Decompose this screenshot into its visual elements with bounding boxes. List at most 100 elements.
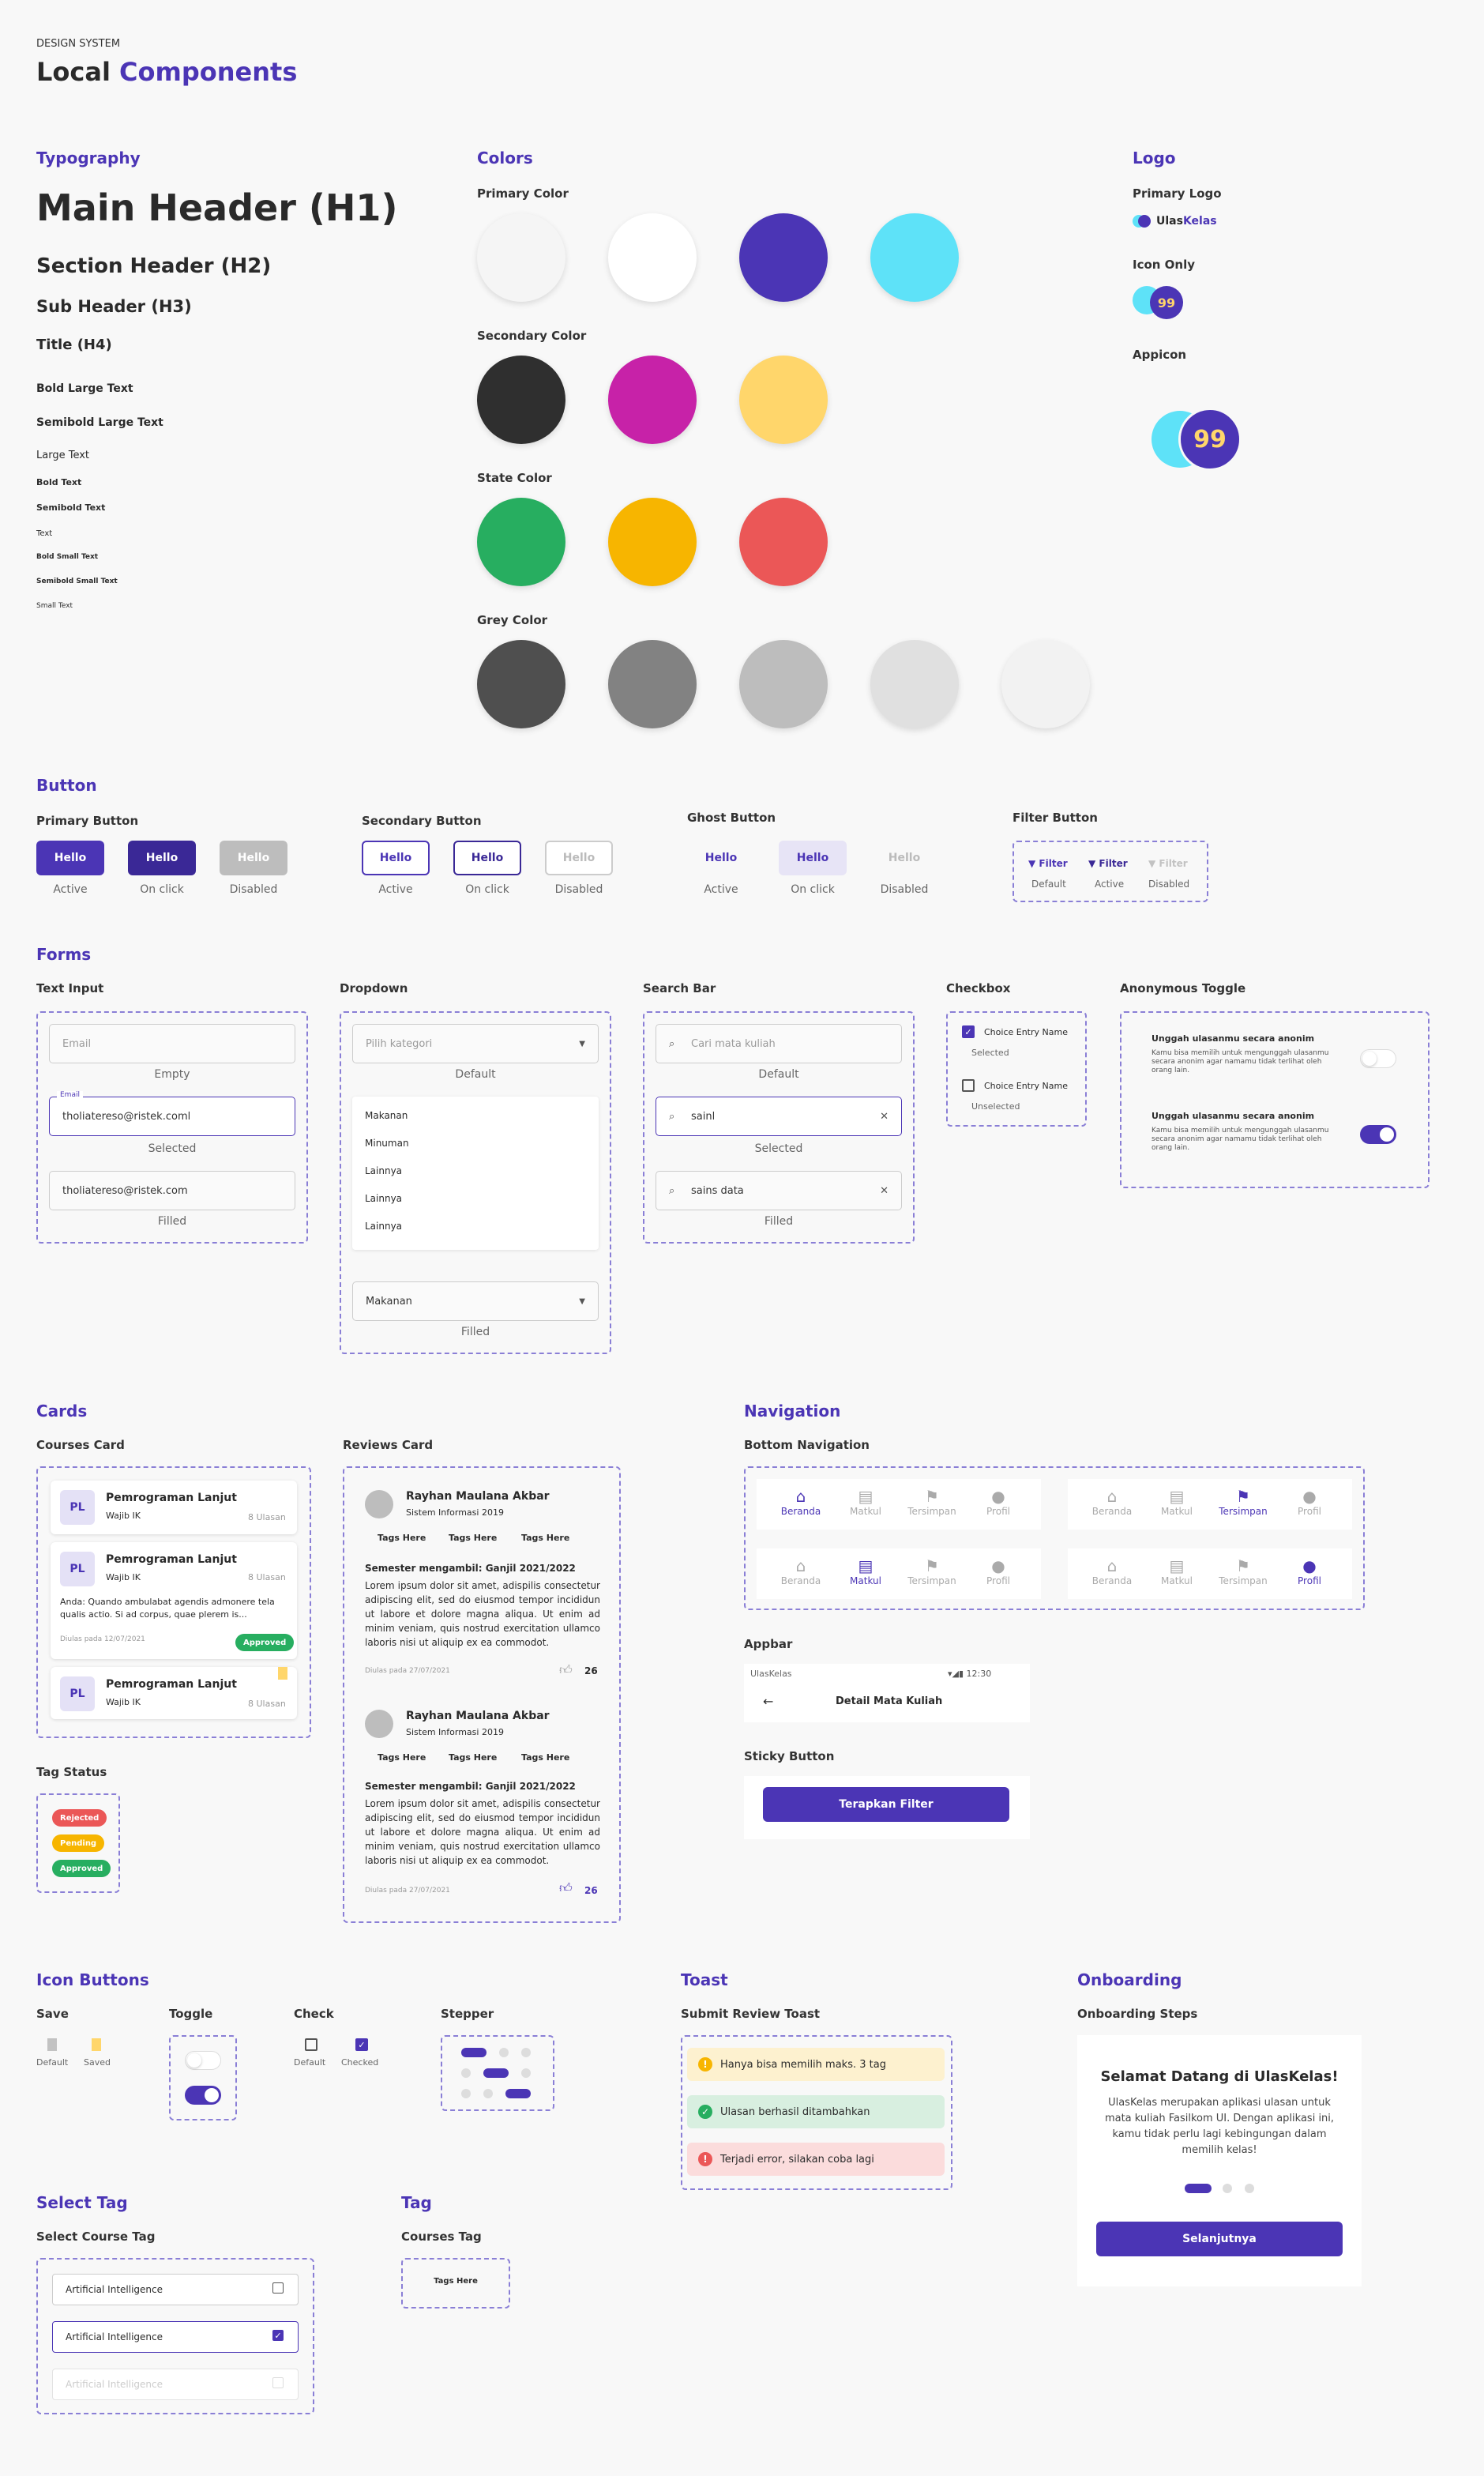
- tag-option-disabled[interactable]: Artificial Intelligence: [52, 2369, 299, 2400]
- nav-label: Profil: [986, 1506, 1010, 1517]
- anon-desc: Kamu bisa memilih untuk mengunggah ulasa…: [1152, 1049, 1329, 1074]
- page-title: Local Components: [36, 57, 297, 87]
- close-icon[interactable]: ✕: [880, 1185, 889, 1197]
- secondary-button-onclick[interactable]: Hello: [453, 841, 521, 875]
- toggle-off[interactable]: [185, 2051, 221, 2070]
- primary-button-active[interactable]: Hello: [36, 841, 104, 875]
- status-badge: Pending: [52, 1834, 105, 1852]
- anon-toggle-on[interactable]: [1360, 1125, 1396, 1144]
- nav-item-matkul[interactable]: ▤ Matkul: [837, 1556, 894, 1586]
- anon-title: Unggah ulasanmu secara anonim: [1152, 1111, 1315, 1121]
- primary-button-disabled[interactable]: Hello: [220, 841, 287, 875]
- dropdown-option[interactable]: Minuman: [365, 1138, 409, 1149]
- search-value: sains data: [691, 1184, 744, 1197]
- nav-item-profil[interactable]: ● Profil: [970, 1487, 1027, 1517]
- apply-filter-button[interactable]: Terapkan Filter: [763, 1787, 1009, 1822]
- course-type: Wajib IK: [106, 1511, 141, 1521]
- category-select[interactable]: Pilih kategori ▼: [352, 1024, 599, 1063]
- dropdown-option[interactable]: Lainnya: [365, 1193, 402, 1204]
- type-sample: Small Text: [36, 602, 73, 610]
- reviewer-name: Rayhan Maulana Akbar: [406, 1490, 550, 1503]
- colors-title: Colors: [477, 149, 533, 167]
- category-select-filled[interactable]: Makanan ▼: [352, 1281, 599, 1321]
- h2-sample: Section Header (H2): [36, 254, 272, 278]
- search-input-filled[interactable]: ⌕ sains data ✕: [656, 1171, 902, 1210]
- anon-toggle-off[interactable]: [1360, 1049, 1396, 1068]
- reviewer-major: Sistem Informasi 2019: [406, 1727, 504, 1737]
- step-indicator: [1245, 2184, 1254, 2193]
- primary-button-onclick[interactable]: Hello: [128, 841, 196, 875]
- nav-item-matkul[interactable]: ▤ Matkul: [1148, 1556, 1205, 1586]
- toast-error: ! Terjadi error, silakan coba lagi: [687, 2143, 945, 2176]
- search-input-empty[interactable]: ⌕ Cari mata kuliah: [656, 1024, 902, 1063]
- quote-icon: 99: [1150, 286, 1183, 319]
- ghost-button-active[interactable]: Hello: [687, 841, 755, 875]
- filter-button-disabled[interactable]: ▼ Filter: [1148, 858, 1188, 869]
- next-button[interactable]: Selanjutnya: [1096, 2222, 1343, 2256]
- secondary-button-disabled[interactable]: Hello: [545, 841, 613, 875]
- search-placeholder: Cari mata kuliah: [691, 1037, 776, 1050]
- logo-title: Logo: [1133, 149, 1176, 167]
- nav-item-beranda[interactable]: ⌂ Beranda: [1084, 1556, 1140, 1586]
- nav-label: Tersimpan: [907, 1506, 956, 1517]
- caption: Selected: [148, 1142, 197, 1155]
- dropdown-option[interactable]: Lainnya: [365, 1221, 402, 1232]
- nav-item-profil[interactable]: ● Profil: [1281, 1556, 1338, 1586]
- caption: Active: [378, 883, 413, 896]
- profile-icon: ●: [991, 1556, 1005, 1575]
- toggle-on[interactable]: [185, 2086, 221, 2105]
- nav-item-matkul[interactable]: ▤ Matkul: [1148, 1487, 1205, 1517]
- brand-a: Ulas: [1156, 215, 1183, 228]
- ghost-button-label: Ghost Button: [687, 811, 776, 825]
- tag-option[interactable]: Artificial Intelligence: [52, 2274, 299, 2305]
- bookmark-filled-icon[interactable]: [92, 2038, 101, 2051]
- book-icon: ▤: [1169, 1556, 1185, 1575]
- email-field-empty[interactable]: Email: [49, 1024, 295, 1063]
- nav-item-beranda[interactable]: ⌂ Beranda: [1084, 1487, 1140, 1517]
- swatch: [739, 498, 828, 586]
- type-sample: Bold Small Text: [36, 553, 99, 561]
- check-icon[interactable]: ✓: [962, 1025, 975, 1038]
- ghost-button-onclick[interactable]: Hello: [779, 841, 847, 875]
- thumbs-up-icon[interactable]: 👍︎: [559, 1662, 573, 1678]
- thumbs-up-icon[interactable]: 👍︎: [559, 1880, 573, 1896]
- nav-item-profil[interactable]: ● Profil: [970, 1556, 1027, 1586]
- caption: Empty: [154, 1068, 190, 1081]
- bookmark-icon: ⚑: [1236, 1556, 1250, 1575]
- ghost-button-disabled[interactable]: Hello: [870, 841, 938, 875]
- dropdown-option[interactable]: Makanan: [365, 1110, 408, 1121]
- tag-option-selected[interactable]: Artificial Intelligence ✓: [52, 2321, 299, 2353]
- toast-title: Toast: [681, 1970, 728, 1989]
- check-circle-icon: ✓: [698, 2105, 712, 2119]
- nav-item-beranda[interactable]: ⌂ Beranda: [772, 1556, 829, 1586]
- bookmark-icon[interactable]: [47, 2038, 57, 2051]
- swatch: [739, 213, 828, 302]
- nav-item-profil[interactable]: ● Profil: [1281, 1487, 1338, 1517]
- email-field-filled[interactable]: tholiatereso@ristek.com: [49, 1171, 295, 1210]
- checkbox-icon: [272, 2282, 284, 2293]
- search-input-selected[interactable]: ⌕ sainl ✕: [656, 1097, 902, 1136]
- dropdown-option[interactable]: Lainnya: [365, 1165, 402, 1176]
- nav-item-matkul[interactable]: ▤ Matkul: [837, 1487, 894, 1517]
- check-icon[interactable]: ✓: [355, 2038, 368, 2051]
- nav-item-beranda[interactable]: ⌂ Beranda: [772, 1487, 829, 1517]
- checkbox-unchecked[interactable]: [962, 1079, 975, 1092]
- toast-text: Terjadi error, silakan coba lagi: [720, 2153, 874, 2166]
- email-field-selected[interactable]: tholiatereso@ristek.coml: [49, 1097, 295, 1136]
- filter-button-active[interactable]: ▼ Filter: [1088, 858, 1128, 869]
- nav-item-tersimpan[interactable]: ⚑ Tersimpan: [904, 1487, 960, 1517]
- filter-button-default[interactable]: ▼ Filter: [1028, 858, 1068, 869]
- secondary-button-active[interactable]: Hello: [362, 841, 430, 875]
- nav-item-tersimpan[interactable]: ⚑ Tersimpan: [1215, 1487, 1272, 1517]
- bookmark-icon[interactable]: [278, 1667, 287, 1680]
- anonymous-toggle-label: Anonymous Toggle: [1120, 981, 1246, 995]
- caption: Active: [704, 883, 738, 896]
- back-arrow-icon[interactable]: ←: [763, 1694, 773, 1709]
- search-icon: ⌕: [669, 1184, 675, 1197]
- checkbox-default[interactable]: [305, 2038, 317, 2051]
- course-name: Pemrograman Lanjut: [106, 1678, 237, 1691]
- checkbox-icon: [272, 2377, 284, 2388]
- nav-item-tersimpan[interactable]: ⚑ Tersimpan: [904, 1556, 960, 1586]
- nav-item-tersimpan[interactable]: ⚑ Tersimpan: [1215, 1556, 1272, 1586]
- close-icon[interactable]: ✕: [880, 1111, 889, 1123]
